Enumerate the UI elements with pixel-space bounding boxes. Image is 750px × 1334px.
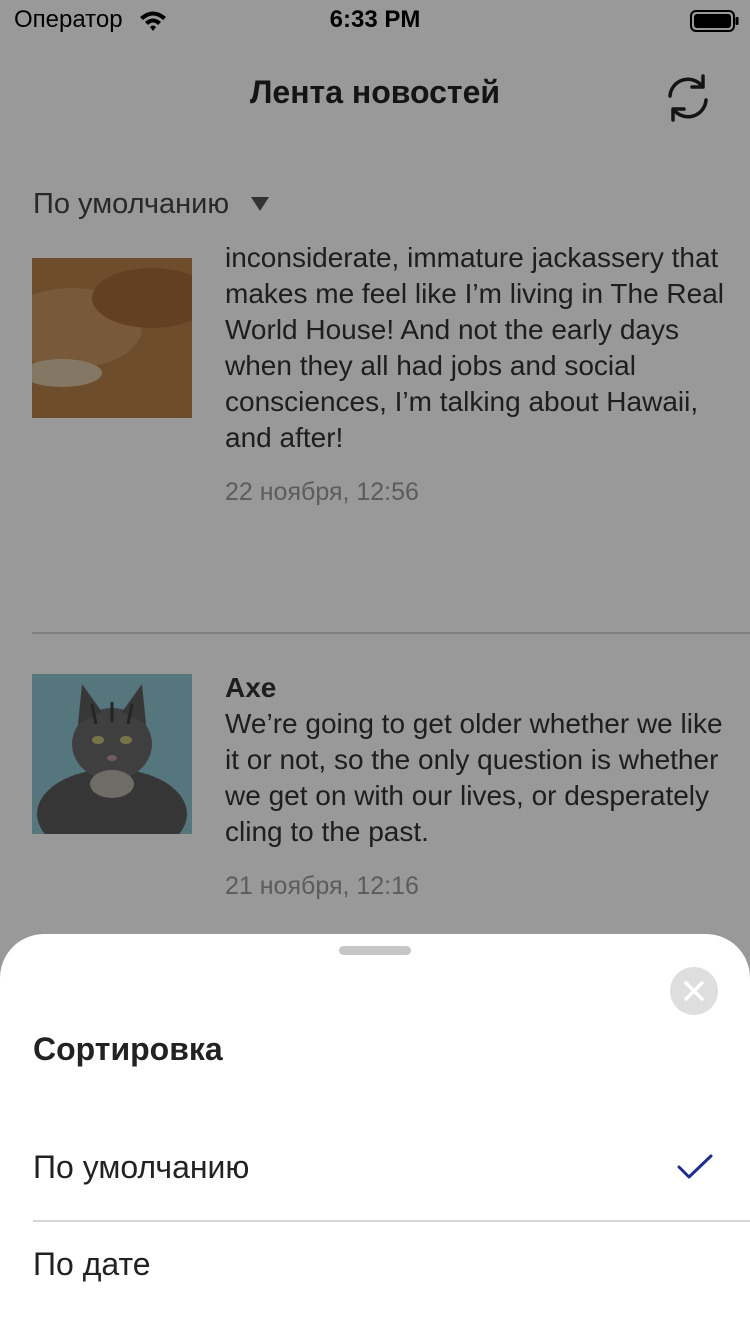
sort-bottom-sheet: Сортировка По умолчанию По дате: [0, 934, 750, 1334]
close-button[interactable]: [670, 967, 718, 1015]
sheet-title: Сортировка: [33, 1031, 223, 1067]
sort-option-label: По умолчанию: [33, 1149, 250, 1185]
sort-option-label: По дате: [33, 1246, 151, 1282]
sheet-grabber[interactable]: [339, 946, 411, 955]
check-icon: [677, 1154, 713, 1179]
sort-option-date[interactable]: По дате: [0, 1222, 750, 1318]
sort-option-default[interactable]: По умолчанию: [0, 1125, 750, 1221]
close-icon: [684, 981, 704, 1001]
